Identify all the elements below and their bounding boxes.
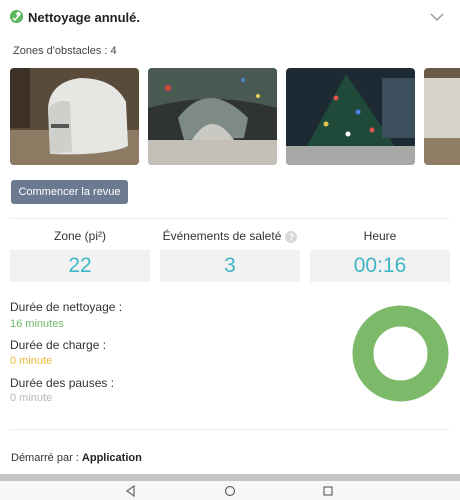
- obstacle-thumbnail[interactable]: [148, 68, 277, 165]
- charging-duration-label: Durée de charge :: [10, 338, 107, 352]
- time-stat-label: Heure: [363, 229, 397, 243]
- dirt-events-stat-header: Événements de saleté?: [160, 229, 300, 243]
- cancelled-status-icon: [10, 10, 23, 23]
- cleaning-duration-value: 16 minutes: [10, 318, 64, 330]
- started-by-value: Application: [81, 452, 142, 464]
- obstacle-thumbnail[interactable]: [10, 68, 139, 165]
- divider: [10, 218, 450, 219]
- home-icon[interactable]: [223, 484, 237, 498]
- donut-slice-1: [352, 305, 449, 402]
- charging-duration-value: 0 minute: [10, 355, 53, 367]
- zone-stat-value: 22: [10, 250, 150, 282]
- page-title: Nettoyage annulé.: [28, 10, 140, 25]
- dirt-events-stat-label: Événements de saleté: [162, 229, 282, 243]
- pause-duration-label: Durée des pauses :: [10, 376, 115, 390]
- zone-stat-label: Zone (pi²): [53, 229, 106, 243]
- started-by-row: Démarré par : Application: [11, 452, 142, 464]
- recents-icon[interactable]: [321, 484, 335, 498]
- obstacle-thumbnail[interactable]: [286, 68, 415, 165]
- help-icon[interactable]: ?: [285, 230, 298, 243]
- pause-duration-value: 0 minute: [10, 392, 53, 404]
- obstacle-thumbnail[interactable]: [424, 68, 460, 165]
- divider: [10, 429, 450, 430]
- cleaning-duration-label: Durée de nettoyage :: [10, 300, 123, 314]
- obstacle-thumbnails: [10, 68, 460, 165]
- card-header[interactable]: Nettoyage annulé.: [0, 0, 460, 36]
- back-icon[interactable]: [124, 484, 138, 498]
- system-navigation-bar: [0, 481, 460, 500]
- chevron-down-icon[interactable]: [430, 12, 444, 22]
- duration-donut-chart: [352, 305, 449, 402]
- scroll-edge: [0, 474, 460, 481]
- dirt-events-stat-value: 3: [160, 250, 300, 282]
- start-review-button[interactable]: Commencer la revue: [11, 180, 128, 204]
- time-stat-value: 00:16: [310, 250, 450, 282]
- started-by-label: Démarré par :: [11, 452, 79, 464]
- obstacle-zones-label: Zones d'obstacles : 4: [13, 45, 117, 57]
